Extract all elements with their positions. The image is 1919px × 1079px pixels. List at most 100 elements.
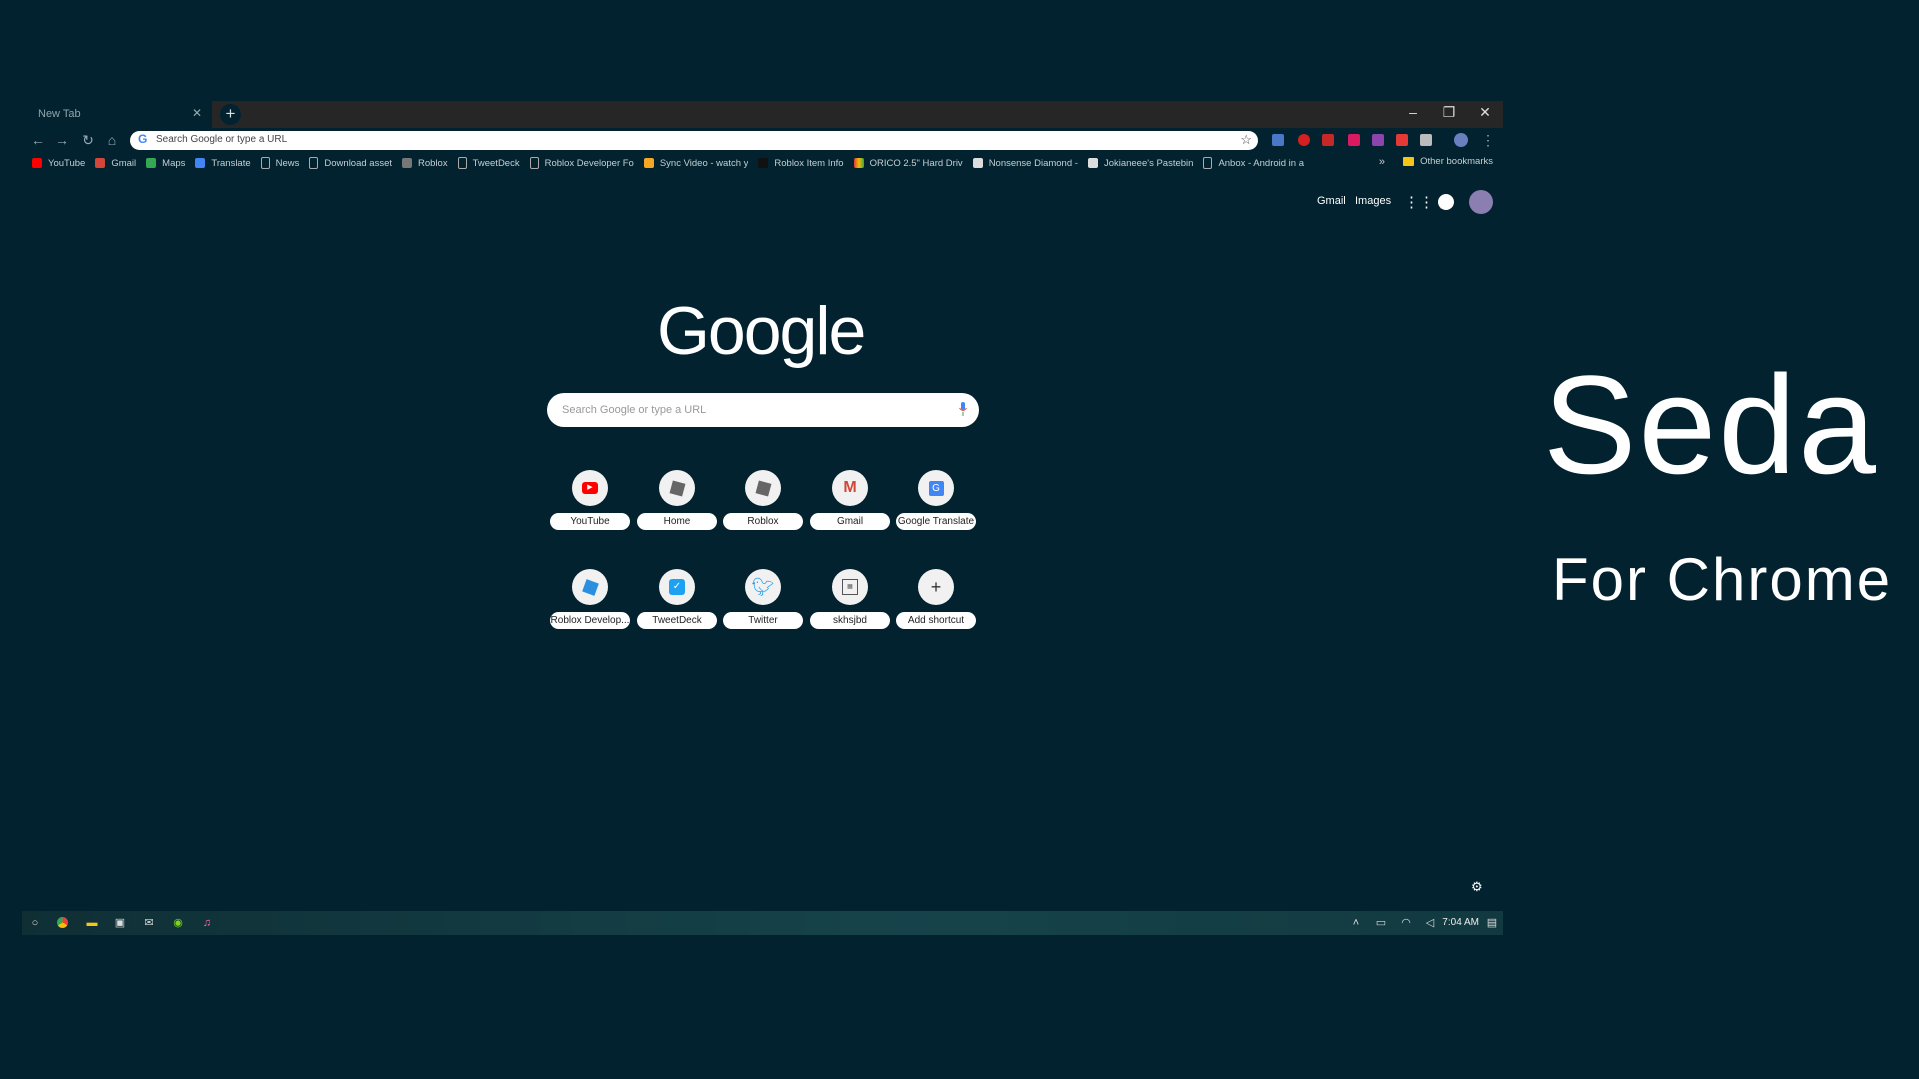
bookmark-pastebin[interactable]: Jokianeee's Pastebin: [1087, 157, 1194, 169]
omnibox-placeholder: Search Google or type a URL: [156, 134, 288, 145]
notifications-icon[interactable]: [1438, 194, 1454, 210]
shortcut-skhsjbd[interactable]: ▦ skhsjbd: [810, 569, 890, 645]
bookmark-youtube[interactable]: YouTube: [32, 158, 85, 169]
google-g-icon: G: [138, 132, 148, 146]
bookmarks-overflow-icon[interactable]: »: [1379, 156, 1385, 168]
clock[interactable]: 7:04 AM: [1442, 917, 1479, 928]
reload-icon[interactable]: ↻: [78, 130, 98, 150]
roblox-icon: [402, 158, 413, 168]
images-link[interactable]: Images: [1355, 195, 1391, 207]
bookmark-label: Sync Video - watch y: [659, 157, 749, 169]
page-icon: [309, 157, 319, 169]
shortcut-label: Roblox: [723, 513, 803, 530]
bookmark-tweetdeck[interactable]: TweetDeck: [457, 157, 520, 169]
gmail-link[interactable]: Gmail: [1317, 195, 1346, 207]
file-explorer-icon[interactable]: ▬: [85, 916, 99, 930]
bookmark-nonsense-diamond[interactable]: Nonsense Diamond -: [972, 158, 1078, 169]
bookmark-star-icon[interactable]: ☆: [1240, 132, 1252, 148]
store-icon[interactable]: ▣: [113, 916, 127, 930]
gmail-icon: M: [832, 470, 868, 506]
spotify-icon[interactable]: ◉: [171, 916, 185, 930]
brand-subtitle: For Chrome: [1552, 546, 1893, 613]
other-bookmarks[interactable]: Other bookmarks: [1403, 156, 1493, 167]
shortcut-gmail[interactable]: M Gmail: [810, 470, 890, 546]
bookmark-label: YouTube: [48, 157, 86, 169]
search-placeholder: Search Google or type a URL: [562, 404, 707, 416]
tab-close-icon[interactable]: ✕: [192, 106, 202, 120]
bookmark-maps[interactable]: Maps: [146, 158, 185, 169]
roblox-item-icon: [758, 158, 769, 168]
shortcut-twitter[interactable]: 🐦︎ Twitter: [723, 569, 803, 645]
bookmark-icon: [146, 158, 157, 168]
search-box[interactable]: Search Google or type a URL: [547, 393, 979, 427]
omnibox[interactable]: G Search Google or type a URL ☆: [130, 131, 1258, 150]
bookmark-label: Anbox - Android in a: [1218, 157, 1304, 169]
chevron-up-icon[interactable]: ˄: [1349, 916, 1363, 930]
restore-button[interactable]: ❐: [1431, 104, 1467, 124]
microphone-icon[interactable]: [959, 402, 967, 416]
shortcut-label: YouTube: [550, 513, 630, 530]
extension-translate-icon[interactable]: [1272, 134, 1284, 146]
shortcut-add[interactable]: + Add shortcut: [896, 569, 976, 645]
shortcut-google-translate[interactable]: G Google Translate: [896, 470, 976, 546]
shortcut-youtube[interactable]: ▶ YouTube: [550, 470, 630, 546]
minimize-button[interactable]: –: [1395, 104, 1431, 124]
customize-gear-icon[interactable]: ⚙: [1471, 879, 1483, 895]
roblox-dev-icon: [572, 569, 608, 605]
bookmark-icon: [95, 158, 106, 168]
shortcut-home[interactable]: Home: [637, 470, 717, 546]
bookmark-translate[interactable]: Translate: [195, 158, 251, 169]
music-icon[interactable]: ♫: [200, 916, 214, 930]
battery-icon[interactable]: ▭: [1374, 916, 1388, 930]
mail-icon[interactable]: ✉: [142, 916, 156, 930]
bookmark-news[interactable]: News: [260, 157, 300, 169]
extension-red-icon[interactable]: [1322, 134, 1334, 146]
close-button[interactable]: ✕: [1467, 104, 1503, 124]
account-avatar[interactable]: [1469, 190, 1493, 214]
bookmark-label: Maps: [162, 157, 186, 169]
bookmark-label: Gmail: [111, 157, 137, 169]
shortcut-roblox-developer[interactable]: Roblox Develop...: [550, 569, 630, 645]
action-center-icon[interactable]: ▤: [1485, 916, 1499, 930]
extension-s2-icon[interactable]: [1420, 134, 1432, 146]
home-icon[interactable]: ⌂: [102, 130, 122, 150]
bookmark-label: Jokianeee's Pastebin: [1103, 157, 1194, 169]
menu-kebab-icon[interactable]: ⋮: [1478, 130, 1498, 150]
roblox-icon: [745, 470, 781, 506]
extension-opera-icon[interactable]: [1298, 134, 1310, 146]
plus-icon: +: [918, 569, 954, 605]
google-logo: Google: [657, 293, 866, 369]
back-icon[interactable]: ←: [28, 130, 48, 150]
bookmark-label: TweetDeck: [472, 157, 520, 169]
other-bookmarks-label: Other bookmarks: [1420, 156, 1493, 167]
profile-avatar[interactable]: [1454, 133, 1468, 147]
shortcut-label: Gmail: [810, 513, 890, 530]
page-icon: [529, 157, 539, 169]
bookmark-roblox-developer[interactable]: Roblox Developer Fo: [529, 157, 634, 169]
cortana-icon[interactable]: ○: [28, 916, 42, 930]
bookmark-anbox[interactable]: Anbox - Android in a: [1203, 157, 1304, 169]
bookmark-roblox[interactable]: Roblox: [402, 158, 448, 169]
extension-shield-icon[interactable]: [1396, 134, 1408, 146]
tab-new-tab[interactable]: New Tab ✕: [22, 101, 212, 128]
bookmark-label: News: [275, 157, 300, 169]
page-icon: [1203, 157, 1213, 169]
bookmark-label: Roblox Item Info: [774, 157, 844, 169]
youtube-icon: ▶: [572, 470, 608, 506]
bookmark-roblox-item-info[interactable]: Roblox Item Info: [758, 157, 844, 169]
wifi-icon[interactable]: ◠: [1399, 916, 1413, 930]
new-tab-button[interactable]: +: [220, 104, 241, 125]
shortcut-tweetdeck[interactable]: ✓ TweetDeck: [637, 569, 717, 645]
bookmark-sync-video[interactable]: Sync Video - watch y: [643, 157, 749, 169]
bookmark-icon: [195, 158, 206, 168]
bookmark-orico[interactable]: ORICO 2.5" Hard Driv: [853, 158, 963, 169]
chrome-icon[interactable]: [57, 917, 68, 928]
shortcut-roblox[interactable]: Roblox: [723, 470, 803, 546]
extension-s-icon[interactable]: [1348, 134, 1360, 146]
bookmark-download-asset[interactable]: Download asset: [309, 157, 392, 169]
bookmark-gmail[interactable]: Gmail: [95, 158, 136, 169]
extension-purple-icon[interactable]: [1372, 134, 1384, 146]
volume-icon[interactable]: ◁: [1423, 916, 1437, 930]
grid-icon: [1087, 158, 1098, 168]
forward-icon[interactable]: →: [52, 130, 72, 150]
